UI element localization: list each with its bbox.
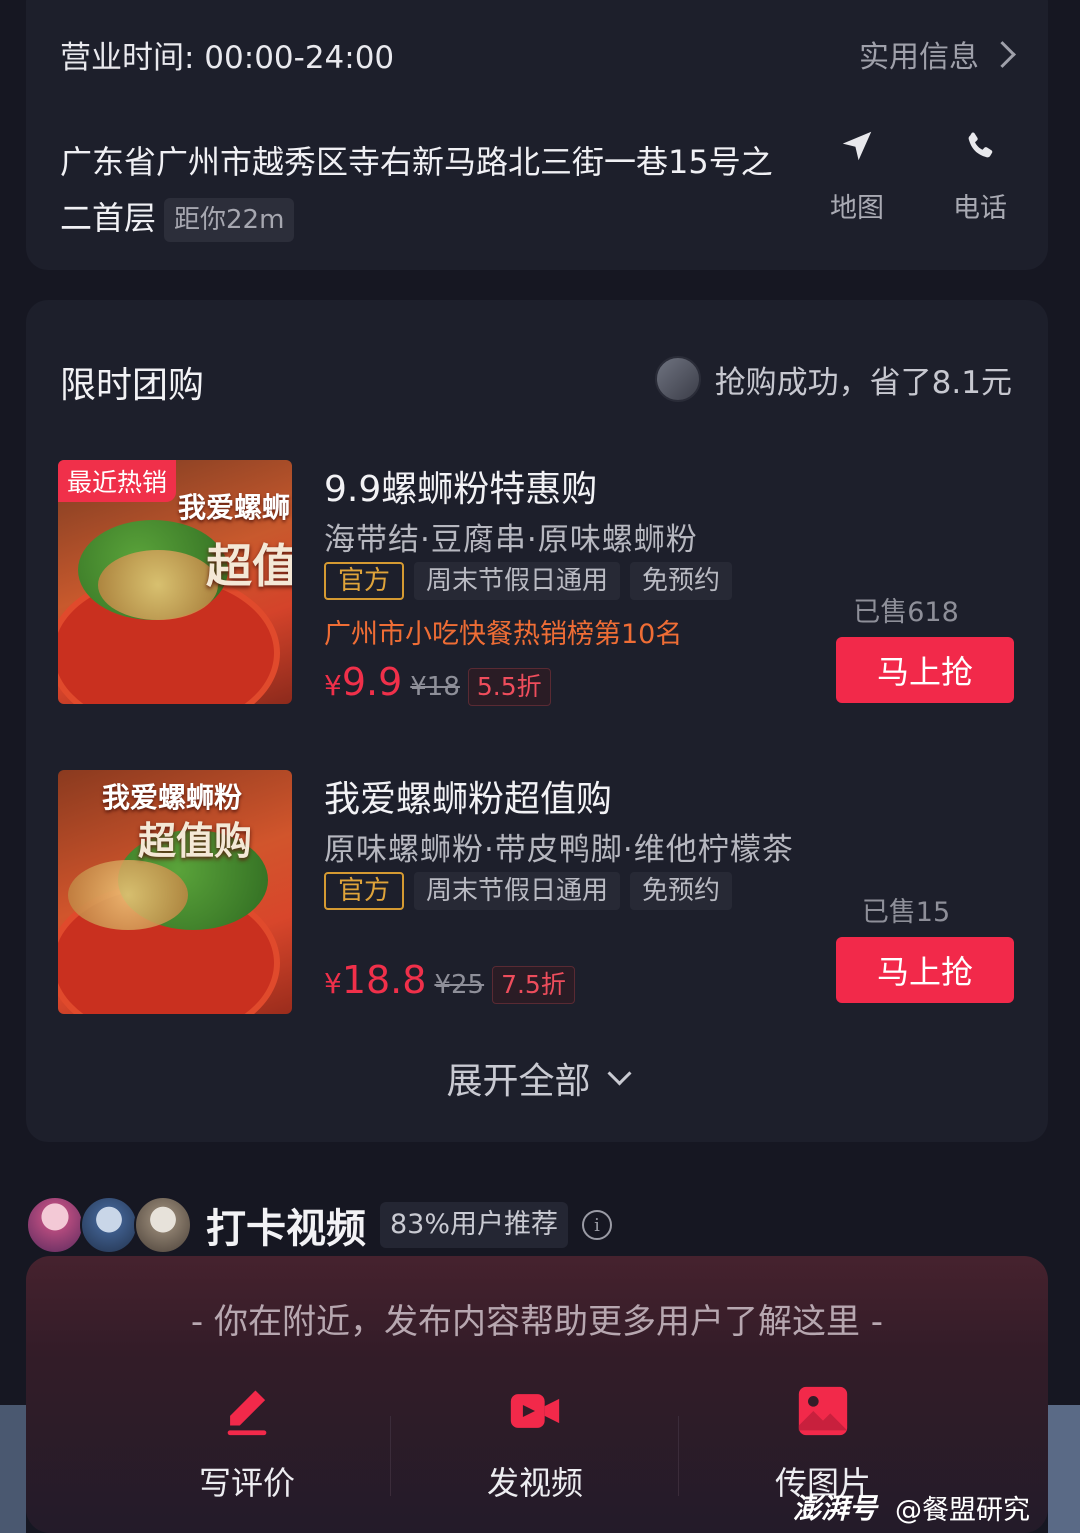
upload-photo-button[interactable]: 传图片 <box>678 1382 968 1504</box>
practical-info-label: 实用信息 <box>859 40 979 75</box>
holiday-tag: 周末节假日通用 <box>414 562 621 600</box>
buy-now-button[interactable]: 马上抢 <box>836 637 1014 703</box>
write-review-button[interactable]: 写评价 <box>102 1382 392 1504</box>
checkin-video-header[interactable]: 打卡视频 83%用户推荐 i <box>26 1196 613 1254</box>
info-icon[interactable]: i <box>582 1210 613 1240</box>
deal-price: ¥18.8 ¥25 7.5折 <box>324 958 575 1004</box>
map-button[interactable]: 地图 <box>802 116 912 225</box>
deal-tags: 官方 周末节假日通用 免预约 <box>324 562 733 600</box>
noodle-shape <box>98 550 218 620</box>
background-edge <box>0 1405 26 1533</box>
ranking-text[interactable]: 广州市小吃快餐热销榜第10名 <box>324 612 682 651</box>
holiday-tag: 周末节假日通用 <box>414 872 621 910</box>
deal-title[interactable]: 我爱螺蛳粉超值购 <box>324 770 612 822</box>
avatar <box>80 1196 138 1254</box>
map-label: 地图 <box>830 193 884 224</box>
image-value-text: 超值 <box>206 539 292 593</box>
deal-price: ¥9.9 ¥18 5.5折 <box>324 660 551 706</box>
deal-title[interactable]: 9.9螺蛳粉特惠购 <box>324 460 597 512</box>
sold-count: 已售618 <box>853 597 959 628</box>
image-brand-text: 我爱螺蛳 <box>177 491 290 524</box>
user-avatar <box>654 356 701 402</box>
distance-badge: 距你22m <box>164 198 295 242</box>
sold-count: 已售15 <box>861 897 951 928</box>
current-price: 9.9 <box>341 660 403 704</box>
discount-badge: 5.5折 <box>467 668 551 706</box>
currency-symbol: ¥ <box>324 967 342 1000</box>
deal-tags: 官方 周末节假日通用 免预约 <box>324 872 733 910</box>
currency-symbol: ¥ <box>324 669 342 702</box>
write-review-label: 写评价 <box>198 1464 295 1502</box>
checkin-video-title: 打卡视频 <box>206 1206 366 1252</box>
no-reservation-tag: 免预约 <box>630 872 733 910</box>
original-price: ¥25 <box>434 970 485 1000</box>
group-buy-card: 限时团购 抢购成功，省了8.1元 我爱螺蛳 超值 最近热销 9.9螺蛳粉特惠购 … <box>26 300 1048 1142</box>
post-video-button[interactable]: 发视频 <box>390 1382 680 1504</box>
business-hours: 营业时间: 00:00-24:00 <box>60 40 395 76</box>
practical-info-link[interactable]: 实用信息 <box>859 32 1016 76</box>
publish-panel: - 你在附近，发布内容帮助更多用户了解这里 - 写评价 发视频 传图片 澎湃号 … <box>26 1256 1048 1533</box>
video-camera-icon <box>506 1382 564 1440</box>
official-tag: 官方 <box>324 562 405 600</box>
pen-icon <box>218 1382 276 1440</box>
phone-icon <box>950 116 1010 176</box>
recommend-badge: 83%用户推荐 <box>380 1202 569 1248</box>
no-reservation-tag: 免预约 <box>630 562 733 600</box>
noodle-shape <box>68 860 188 930</box>
phone-button[interactable]: 电话 <box>925 116 1035 225</box>
watermark-author: @餐盟研究 <box>895 1494 1030 1526</box>
official-tag: 官方 <box>324 872 405 910</box>
background-edge <box>1048 1405 1080 1533</box>
navigation-arrow-icon <box>827 116 887 176</box>
chevron-down-icon <box>606 1060 632 1086</box>
buy-now-button[interactable]: 马上抢 <box>836 937 1014 1003</box>
group-buy-title: 限时团购 <box>60 365 205 406</box>
deal-image[interactable]: 我爱螺蛳 超值 最近热销 <box>58 460 292 704</box>
expand-all-button[interactable]: 展开全部 <box>26 1052 1048 1104</box>
store-info-card: 营业时间: 00:00-24:00 实用信息 广东省广州市越秀区寺右新马路北三街… <box>26 0 1048 270</box>
chevron-right-icon <box>989 40 1016 68</box>
current-price: 18.8 <box>341 958 427 1002</box>
expand-all-label: 展开全部 <box>446 1061 591 1102</box>
discount-badge: 7.5折 <box>492 966 575 1004</box>
deal-subtitle: 海带结·豆腐串·原味螺蛳粉 <box>324 522 698 558</box>
watermark-brand: 澎湃号 <box>792 1492 877 1525</box>
purchase-promo: 抢购成功，省了8.1元 <box>654 356 1012 402</box>
watermark: 澎湃号 @餐盟研究 <box>793 1487 1030 1527</box>
image-icon <box>794 1382 852 1440</box>
promo-text: 抢购成功，省了8.1元 <box>714 364 1012 401</box>
phone-label: 电话 <box>953 193 1007 224</box>
post-video-label: 发视频 <box>486 1464 583 1502</box>
hot-selling-badge: 最近热销 <box>58 460 177 502</box>
avatar <box>26 1196 84 1254</box>
image-value-text: 超值购 <box>137 819 252 863</box>
nearby-hint: - 你在附近，发布内容帮助更多用户了解这里 - <box>190 1302 884 1342</box>
deal-image[interactable]: 我爱螺蛳粉 超值购 <box>58 770 292 1014</box>
avatar <box>134 1196 192 1254</box>
store-address: 广东省广州市越秀区寺右新马路北三街一巷15号之二首层 距你22m <box>60 134 780 246</box>
deal-subtitle: 原味螺蛳粉·带皮鸭脚·维他柠檬茶 <box>324 832 794 868</box>
original-price: ¥18 <box>410 672 460 702</box>
